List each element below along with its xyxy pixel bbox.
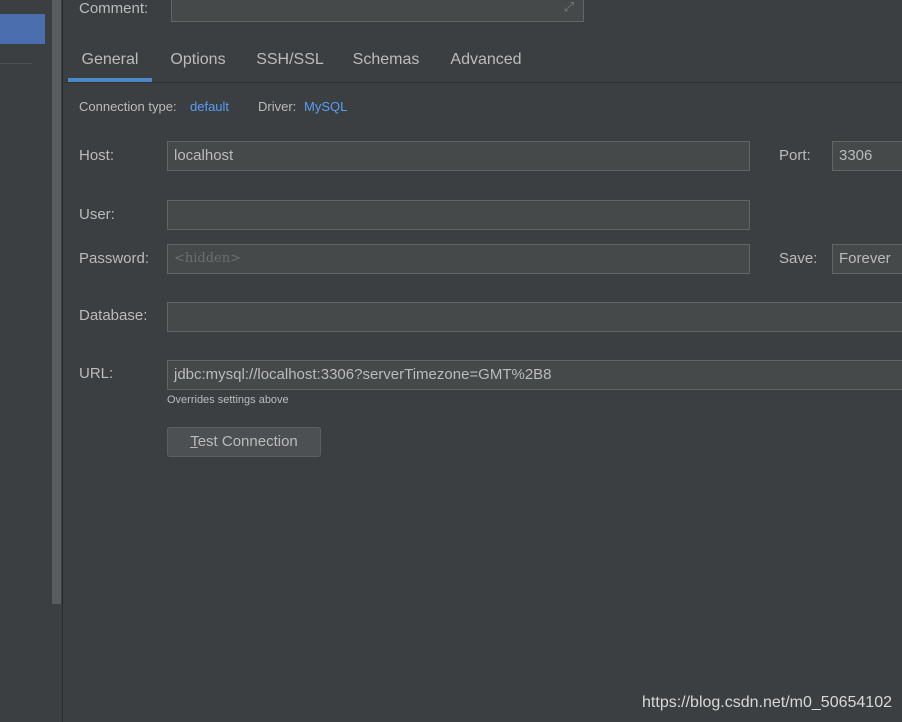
url-input[interactable]: jdbc:mysql://localhost:3306?serverTimezo… xyxy=(167,360,902,390)
connection-type-link[interactable]: default xyxy=(190,99,229,114)
sidebar-divider xyxy=(0,63,32,64)
password-input[interactable]: <hidden> xyxy=(167,244,750,274)
tab-advanced[interactable]: Advanced xyxy=(441,40,531,80)
tab-schemas[interactable]: Schemas xyxy=(345,40,427,80)
save-label: Save: xyxy=(779,250,818,267)
sidebar xyxy=(0,0,63,722)
watermark: https://blog.csdn.net/m0_50654102 xyxy=(642,694,892,711)
user-input[interactable] xyxy=(167,200,750,230)
save-select[interactable]: Forever xyxy=(832,244,902,274)
tab-bar: General Options SSH/SSL Schemas Advanced xyxy=(63,40,902,83)
tab-ssh-ssl[interactable]: SSH/SSL xyxy=(250,40,330,80)
database-input[interactable] xyxy=(167,302,902,332)
password-label: Password: xyxy=(79,250,150,267)
driver-link[interactable]: MySQL xyxy=(304,99,347,114)
test-connection-button[interactable]: Test Connection xyxy=(167,427,321,457)
port-input[interactable]: 3306 xyxy=(832,141,902,171)
user-label: User: xyxy=(79,206,115,223)
database-label: Database: xyxy=(79,307,148,324)
driver-label: Driver: xyxy=(258,99,297,114)
host-label: Host: xyxy=(79,147,115,164)
data-source-dialog: Comment: ⤢ General Options SSH/SSL Schem… xyxy=(0,0,902,722)
port-label: Port: xyxy=(779,147,811,164)
sidebar-scrollbar[interactable] xyxy=(52,0,61,604)
sidebar-item-selected[interactable] xyxy=(0,14,45,44)
comment-input[interactable]: ⤢ xyxy=(171,0,584,22)
main-panel: Comment: ⤢ General Options SSH/SSL Schem… xyxy=(63,0,902,722)
url-label: URL: xyxy=(79,365,114,382)
tab-general[interactable]: General xyxy=(68,40,152,82)
url-note: Overrides settings above xyxy=(167,394,289,406)
test-connection-mnemonic: T xyxy=(190,433,198,450)
connection-type-label: Connection type: xyxy=(79,99,177,114)
expand-icon[interactable]: ⤢ xyxy=(561,0,577,15)
tab-options[interactable]: Options xyxy=(159,40,237,80)
test-connection-label: est Connection xyxy=(197,433,298,450)
comment-label: Comment: xyxy=(79,0,149,17)
host-input[interactable]: localhost xyxy=(167,141,750,171)
